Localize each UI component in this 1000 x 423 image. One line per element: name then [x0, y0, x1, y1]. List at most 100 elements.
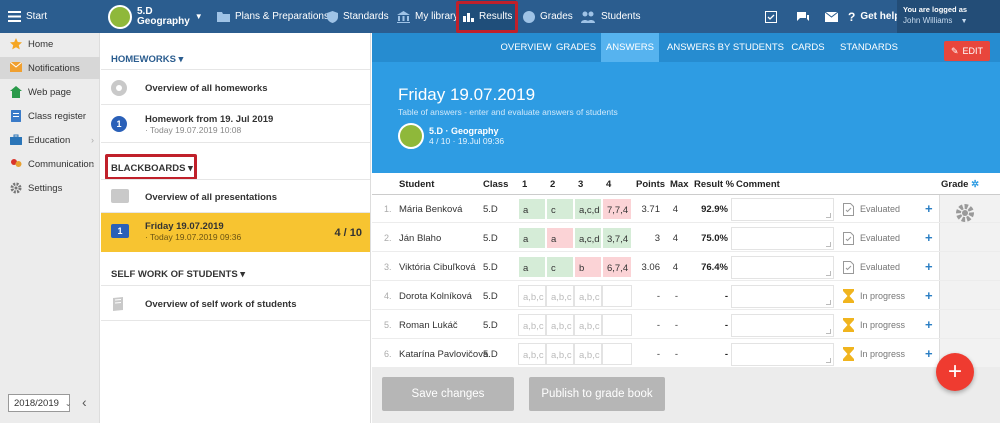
student-name[interactable]: Katarína Pavlovičová: [399, 349, 488, 360]
add-grade-button[interactable]: +: [925, 230, 933, 245]
selfwork-header[interactable]: SELF WORK OF STUDENTS ▾: [111, 269, 245, 280]
add-fab-button[interactable]: +: [936, 353, 974, 391]
document-check-icon: [843, 260, 854, 274]
comment-field[interactable]: [731, 285, 834, 308]
answer-cell[interactable]: c: [546, 256, 574, 278]
answer-cell[interactable]: a: [518, 198, 546, 220]
edit-button[interactable]: ✎ EDIT: [944, 41, 990, 61]
sidebar-item-webpage[interactable]: Web page: [0, 81, 100, 103]
result-value: -: [724, 349, 728, 360]
answer-cell[interactable]: a: [546, 227, 574, 249]
sidebar-item-home[interactable]: Home: [0, 33, 100, 55]
chat-button[interactable]: [796, 0, 810, 33]
add-grade-button[interactable]: +: [925, 288, 933, 303]
answer-cell[interactable]: [602, 314, 632, 336]
answer-cell[interactable]: a,b,c: [574, 314, 602, 336]
blackboard-count: 4 / 10: [334, 227, 362, 239]
comment-field[interactable]: [731, 227, 834, 250]
sidebar-item-class-register[interactable]: Class register: [0, 105, 100, 127]
nav-standards[interactable]: Standards: [327, 0, 389, 33]
answer-cell[interactable]: a,b,c: [546, 314, 574, 336]
add-grade-button[interactable]: +: [925, 317, 933, 332]
main-content: OVERVIEW GRADES ANSWERS ANSWERS BY STUDE…: [372, 33, 1000, 423]
answer-cell[interactable]: c: [546, 198, 574, 220]
nav-grades[interactable]: Grades: [523, 0, 573, 33]
blackboard-title: Friday 19.07.2019: [145, 221, 224, 232]
nav-plans[interactable]: Plans & Preparations: [217, 0, 329, 33]
answer-cell[interactable]: a: [518, 227, 546, 249]
comment-field[interactable]: [731, 198, 834, 221]
answer-cell[interactable]: 3,7,4: [602, 227, 632, 249]
nav-students[interactable]: Students: [580, 0, 640, 33]
tasks-button[interactable]: [765, 0, 777, 33]
student-name[interactable]: Ján Blaho: [399, 233, 441, 244]
answer-cell[interactable]: a,b,c: [574, 285, 602, 307]
start-menu-button[interactable]: Start: [8, 0, 47, 33]
answer-cell[interactable]: a,b,c: [546, 343, 574, 365]
presentations-overview-item[interactable]: Overview of all presentations: [101, 179, 370, 213]
answer-cell[interactable]: a,b,c: [518, 343, 546, 365]
tab-answers-by-students[interactable]: ANSWERS BY STUDENTS: [667, 33, 784, 62]
help-icon: ?: [848, 9, 856, 24]
mail-button[interactable]: [825, 0, 838, 33]
save-changes-button[interactable]: Save changes: [382, 377, 514, 411]
blackboard-item-selected[interactable]: 1 Friday 19.07.2019 · Today 19.07.2019 0…: [101, 213, 370, 252]
answer-cell[interactable]: 6,7,4: [602, 256, 632, 278]
chevron-right-icon: ›: [91, 135, 94, 145]
selfwork-overview-item[interactable]: Overview of self work of students: [101, 285, 370, 321]
student-name[interactable]: Dorota Kolníková: [399, 291, 472, 302]
tab-answers[interactable]: ANSWERS: [601, 33, 659, 62]
user-name: John Williams ▼: [903, 16, 968, 25]
hourglass-icon: [843, 318, 854, 332]
footer-bar: Save changes Publish to grade book: [372, 368, 1000, 423]
homeworks-header[interactable]: HOMEWORKS ▾: [111, 54, 183, 65]
status-badge: In progress: [837, 311, 919, 339]
student-name[interactable]: Viktória Cibuľková: [399, 262, 476, 273]
answer-cell[interactable]: b: [574, 256, 602, 278]
points-value: 3.71: [641, 204, 661, 215]
add-grade-button[interactable]: +: [925, 201, 933, 216]
add-grade-button[interactable]: +: [925, 346, 933, 361]
tab-cards[interactable]: CARDS: [786, 33, 830, 62]
answer-cell[interactable]: [602, 343, 632, 365]
user-menu[interactable]: You are logged as John Williams ▼: [897, 0, 1000, 33]
comment-field[interactable]: [731, 256, 834, 279]
student-name[interactable]: Roman Lukáč: [399, 320, 458, 331]
answer-cell[interactable]: a,c,d: [574, 198, 602, 220]
answer-cell[interactable]: a,b,c: [518, 285, 546, 307]
comment-field[interactable]: [731, 314, 834, 337]
class-selector[interactable]: 5.D Geography ▼: [108, 0, 203, 33]
answer-cell[interactable]: 7,7,4: [602, 198, 632, 220]
tab-grades[interactable]: GRADES: [552, 33, 600, 62]
answer-cell[interactable]: a,b,c: [518, 314, 546, 336]
selfwork-overview-label: Overview of self work of students: [145, 299, 297, 310]
answer-cell[interactable]: a,b,c: [574, 343, 602, 365]
tab-overview[interactable]: OVERVIEW: [500, 33, 552, 62]
tab-standards[interactable]: STANDARDS: [836, 33, 902, 62]
get-help-button[interactable]: ? Get help: [848, 0, 900, 33]
blackboard-header: OVERVIEW GRADES ANSWERS ANSWERS BY STUDE…: [372, 33, 1000, 173]
status-badge: Evaluated: [837, 224, 919, 252]
col-student: Student: [399, 179, 435, 190]
sidebar-item-settings[interactable]: Settings: [0, 177, 100, 199]
collapse-sidebar-button[interactable]: ‹: [82, 394, 87, 410]
status-badge: In progress: [837, 340, 919, 368]
answer-cell[interactable]: a,c,d: [574, 227, 602, 249]
publish-button[interactable]: Publish to grade book: [529, 377, 665, 411]
nav-library[interactable]: My library: [397, 0, 458, 33]
homework-overview-item[interactable]: Overview of all homeworks: [101, 69, 370, 105]
nav-students-label: Students: [601, 11, 641, 22]
sidebar-item-communication[interactable]: Communication ›: [0, 153, 100, 175]
comment-field[interactable]: [731, 343, 834, 366]
sidebar-item-education[interactable]: Education ›: [0, 129, 100, 151]
answer-cell[interactable]: a: [518, 256, 546, 278]
pencil-icon: ✎: [950, 45, 959, 56]
answer-cell[interactable]: a,b,c: [546, 285, 574, 307]
answer-cell[interactable]: [602, 285, 632, 307]
school-year-select[interactable]: 2018/2019 ⌄: [8, 394, 72, 412]
homework-item[interactable]: 1 Homework from 19. Jul 2019 · Today 19.…: [101, 105, 370, 143]
student-name[interactable]: Mária Benková: [399, 204, 462, 215]
sidebar-item-notifications[interactable]: Notifications: [0, 57, 100, 79]
checklist-icon: [765, 10, 777, 23]
add-grade-button[interactable]: +: [925, 259, 933, 274]
